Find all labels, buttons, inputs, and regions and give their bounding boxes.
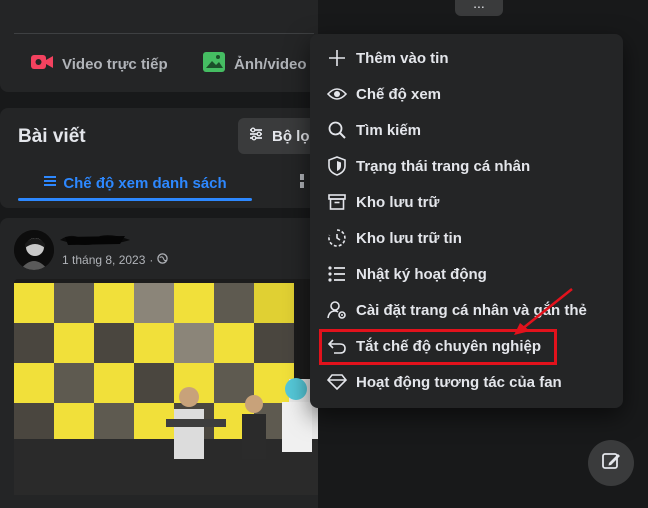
tab-list-view-label: Chế độ xem danh sách [63, 174, 227, 192]
plus-icon [326, 47, 348, 69]
more-button[interactable]: ... [455, 0, 503, 16]
profile-settings-icon [326, 299, 348, 321]
annotation-arrow-icon [514, 288, 573, 335]
menu-item-profile-status[interactable]: Trạng thái trang cá nhân [310, 148, 623, 184]
tab-grid-view[interactable] [300, 174, 310, 188]
archive-icon [326, 191, 348, 213]
live-video-icon [30, 53, 54, 75]
more-label: ... [473, 0, 485, 11]
author-name-redacted[interactable] [60, 231, 130, 249]
menu-item-label: Nhật ký hoạt động [356, 265, 487, 283]
menu-item-story-archive[interactable]: Kho lưu trữ tin [310, 220, 623, 256]
menu-item-label: Trạng thái trang cá nhân [356, 157, 531, 175]
meta-separator: · [149, 253, 154, 267]
posts-title: Bài viết [18, 126, 86, 147]
live-video-label: Video trực tiếp [62, 55, 168, 73]
menu-item-fan-engagement[interactable]: Hoạt động tương tác của fan [310, 364, 623, 400]
menu-item-label: Tìm kiếm [356, 121, 422, 139]
filter-icon [248, 126, 264, 146]
active-tab-indicator [18, 198, 252, 201]
photo-video-button[interactable]: Ảnh/video [202, 50, 307, 78]
edit-icon [601, 451, 621, 476]
photo-video-label: Ảnh/video [234, 55, 307, 73]
search-icon [326, 119, 348, 141]
menu-item-add-to-story[interactable]: Thêm vào tin [310, 40, 623, 76]
eye-icon [326, 83, 348, 105]
shield-icon [326, 155, 348, 177]
create-post-card [0, 0, 318, 92]
menu-item-archive[interactable]: Kho lưu trữ [310, 184, 623, 220]
live-video-button[interactable]: Video trực tiếp [30, 50, 168, 78]
story-archive-icon [326, 227, 348, 249]
menu-item-label: Hoạt động tương tác của fan [356, 373, 562, 391]
post-date[interactable]: 1 tháng 8, 2023 [62, 253, 145, 267]
menu-item-label: Kho lưu trữ tin [356, 229, 462, 247]
diamond-icon [326, 371, 348, 393]
menu-item-view-as[interactable]: Chế độ xem [310, 76, 623, 112]
globe-icon [157, 253, 169, 267]
menu-item-label: Thêm vào tin [356, 49, 449, 67]
menu-item-label: Kho lưu trữ [356, 193, 440, 211]
list-view-icon [43, 174, 57, 192]
grid-view-icon [300, 174, 304, 188]
photo-video-icon [202, 51, 226, 77]
menu-item-search[interactable]: Tìm kiếm [310, 112, 623, 148]
compose-button[interactable] [588, 440, 634, 486]
post-meta: 1 tháng 8, 2023 · [62, 253, 169, 267]
divider [14, 33, 314, 34]
avatar[interactable] [14, 230, 54, 270]
tab-list-view[interactable]: Chế độ xem danh sách [18, 165, 252, 201]
filter-label: Bộ lọ [272, 127, 310, 145]
post-photo[interactable] [14, 279, 318, 495]
list-icon [326, 263, 348, 285]
menu-item-label: Chế độ xem [356, 85, 442, 103]
